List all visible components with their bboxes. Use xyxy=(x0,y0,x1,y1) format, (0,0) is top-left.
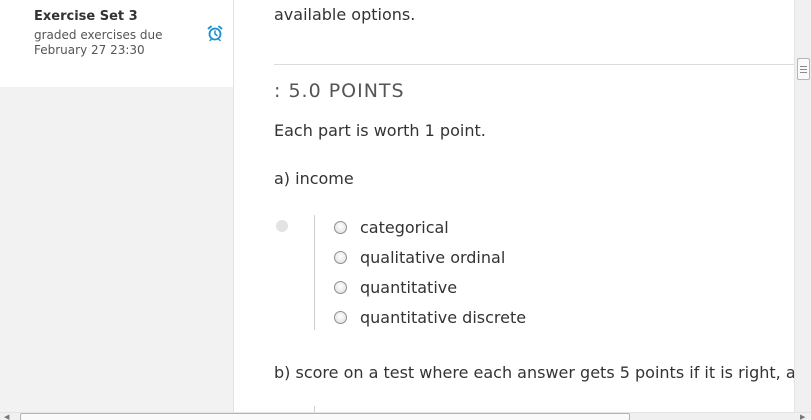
question-a-label: a) income xyxy=(274,169,354,188)
radio-quantitative[interactable] xyxy=(334,280,347,294)
vertical-scroll-thumb[interactable] xyxy=(797,58,810,80)
horizontal-scrollbar[interactable]: ◀ ▶ xyxy=(0,412,811,420)
grip-line xyxy=(800,69,807,70)
option-label[interactable]: quantitative xyxy=(360,278,457,297)
answer-status-dot xyxy=(276,220,288,232)
intro-text: available options. xyxy=(274,5,416,24)
sidebar: Exercise Set 3 graded exercises due Febr… xyxy=(0,0,234,412)
alarm-clock-icon xyxy=(207,25,223,42)
scroll-right-icon[interactable]: ▶ xyxy=(800,413,805,420)
vertical-scrollbar[interactable] xyxy=(794,0,811,412)
option-label[interactable]: categorical xyxy=(360,218,449,237)
instruction-text: Each part is worth 1 point. xyxy=(274,121,486,140)
section-divider xyxy=(274,64,794,65)
exercise-content: available options. : 5.0 POINTS Each par… xyxy=(234,0,794,412)
options-divider xyxy=(314,215,315,330)
exercise-set-due: graded exercises due February 27 23:30 xyxy=(34,28,163,57)
question-b-label: b) score on a test where each answer get… xyxy=(274,363,794,382)
option-label[interactable]: qualitative ordinal xyxy=(360,248,505,267)
exercise-set-card[interactable]: Exercise Set 3 graded exercises due Febr… xyxy=(0,0,233,87)
option-categorical[interactable]: categorical xyxy=(334,216,449,238)
exercise-set-title[interactable]: Exercise Set 3 xyxy=(34,9,138,24)
option-qualitative-ordinal[interactable]: qualitative ordinal xyxy=(334,246,505,268)
radio-qualitative-ordinal[interactable] xyxy=(334,250,347,264)
grip-line xyxy=(800,66,807,67)
radio-quantitative-discrete[interactable] xyxy=(334,310,347,324)
radio-categorical[interactable] xyxy=(334,220,347,234)
option-label[interactable]: quantitative discrete xyxy=(360,308,526,327)
points-header: : 5.0 POINTS xyxy=(274,80,405,102)
horizontal-scroll-thumb[interactable] xyxy=(20,413,630,420)
grip-line xyxy=(800,72,807,73)
option-quantitative-discrete[interactable]: quantitative discrete xyxy=(334,306,526,328)
option-quantitative[interactable]: quantitative xyxy=(334,276,457,298)
scroll-left-icon[interactable]: ◀ xyxy=(4,413,9,420)
